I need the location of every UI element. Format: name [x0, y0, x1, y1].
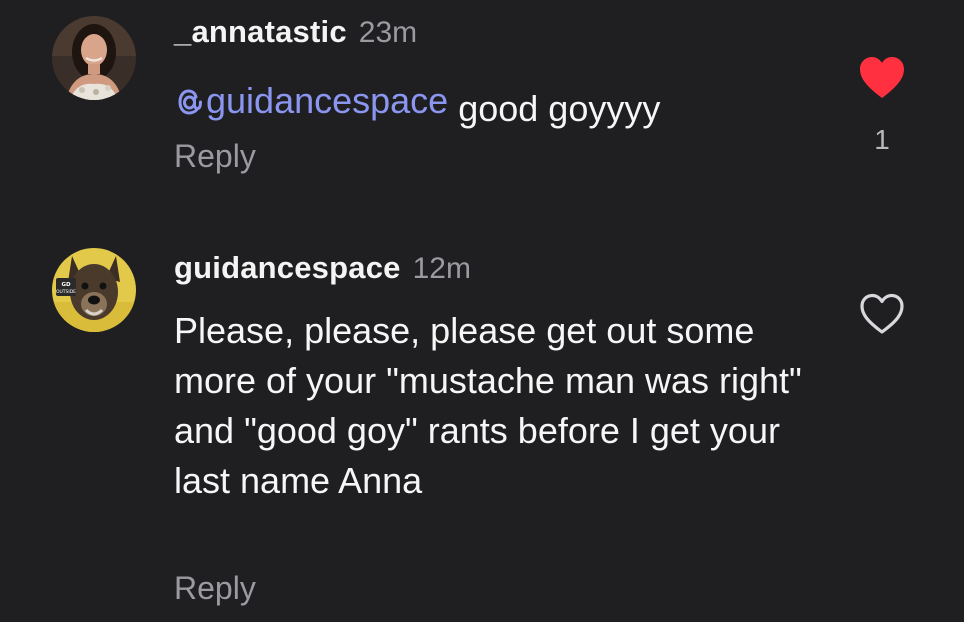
reply-button[interactable]: Reply: [174, 570, 256, 607]
comment-item: _annatastic 23m guidancespace good goyyy…: [0, 0, 964, 220]
like-count: 1: [874, 124, 890, 155]
svg-text:GD: GD: [61, 282, 71, 288]
comment-body: good goyyyy: [448, 88, 661, 129]
mention-username: guidancespace: [206, 80, 449, 121]
username[interactable]: guidancespace: [174, 250, 401, 286]
avatar[interactable]: [52, 16, 136, 100]
woman-portrait-avatar: [52, 16, 136, 100]
heart-outline-icon: [860, 293, 904, 334]
comment-text: guidancespace good goyyyy: [174, 76, 814, 134]
svg-text:OUTSIDE: OUTSIDE: [56, 289, 76, 295]
comment-item: GD OUTSIDE guidancespace 12m Please, ple…: [0, 238, 964, 622]
heart-filled-icon: [860, 57, 904, 98]
comment-body: Please, please, please get out some more…: [174, 310, 802, 501]
timestamp: 23m: [358, 16, 418, 49]
like-button[interactable]: [856, 54, 908, 102]
username[interactable]: _annatastic: [174, 14, 347, 50]
dog-portrait-avatar: GD OUTSIDE: [52, 248, 136, 332]
comment-header: guidancespace 12m: [174, 250, 471, 290]
avatar[interactable]: GD OUTSIDE: [52, 248, 136, 332]
threads-at-icon: [174, 82, 204, 116]
reply-button[interactable]: Reply: [174, 138, 256, 175]
timestamp: 12m: [412, 252, 471, 285]
comment-header: _annatastic 23m: [174, 14, 417, 54]
mention-link[interactable]: guidancespace: [174, 76, 448, 126]
like-button[interactable]: [856, 290, 908, 338]
